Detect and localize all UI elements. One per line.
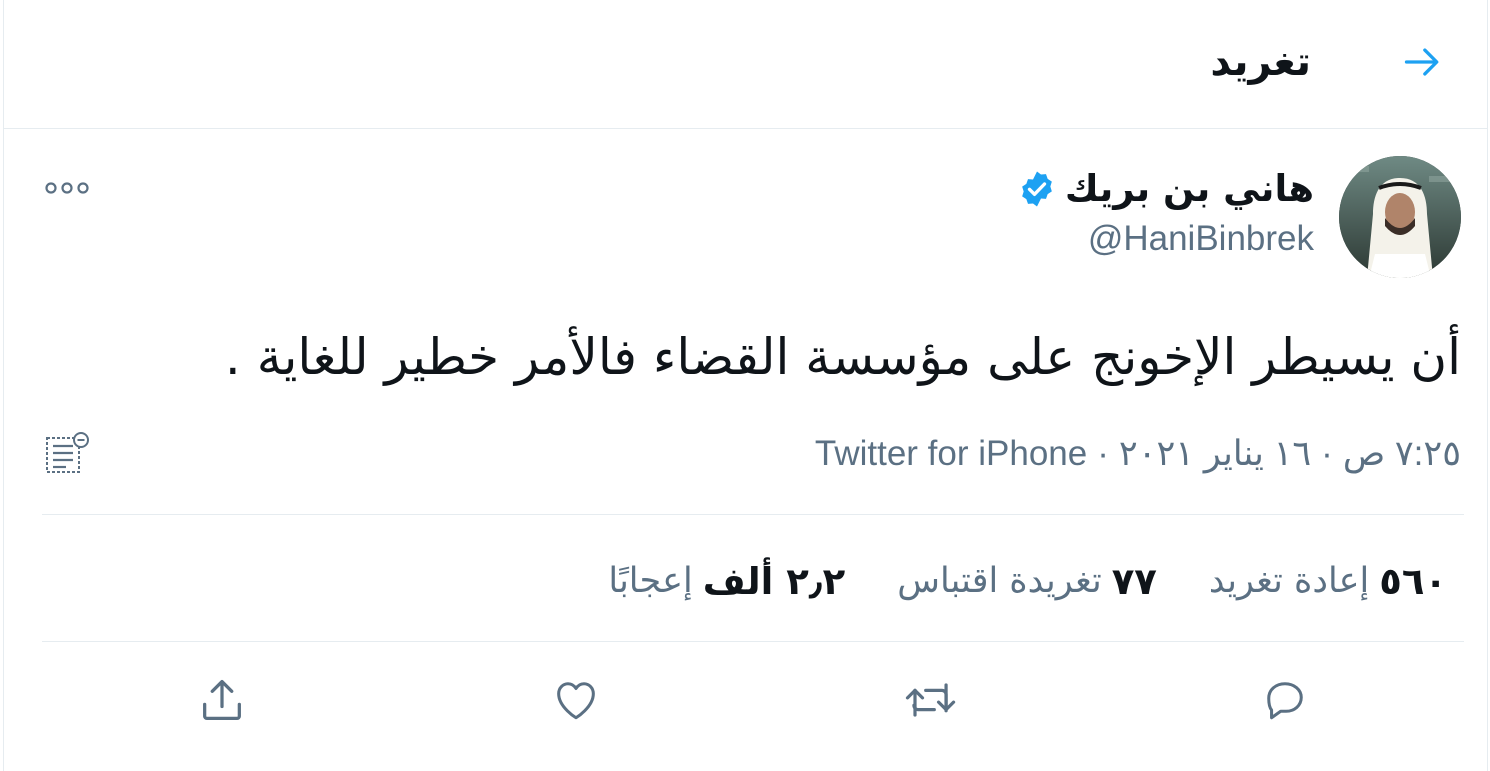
page-title: تغريد bbox=[1210, 39, 1311, 85]
arrow-right-icon bbox=[1404, 48, 1439, 76]
tweet-stats: ٥٦٠ إعادة تغريد ٧٧ تغريدة اقتباس ٢٫٢ ألف… bbox=[608, 556, 1447, 606]
quotes-count: ٧٧ bbox=[1111, 559, 1157, 603]
avatar-photo bbox=[1339, 156, 1461, 278]
share-button[interactable] bbox=[190, 668, 254, 732]
share-icon bbox=[203, 679, 241, 721]
tweet-source[interactable]: Twitter for iPhone bbox=[815, 434, 1087, 474]
author-handle[interactable]: @HaniBinbrek bbox=[1088, 216, 1314, 262]
analytics-button[interactable] bbox=[44, 430, 94, 476]
retweets-stat[interactable]: ٥٦٠ إعادة تغريد bbox=[1209, 560, 1447, 603]
quotes-stat[interactable]: ٧٧ تغريدة اقتباس bbox=[897, 560, 1157, 603]
likes-stat[interactable]: ٢٫٢ ألف إعجابًا bbox=[608, 560, 845, 603]
reply-icon bbox=[1267, 682, 1303, 720]
reply-button[interactable] bbox=[1253, 668, 1317, 732]
tweet-text: أن يسيطر الإخونج على مؤسسة القضاء فالأمر… bbox=[224, 328, 1461, 386]
heart-icon bbox=[557, 682, 595, 720]
tweet-detail-page: تغريد هاني بن بريك @HaniBinbrek أن يسيطر… bbox=[3, 0, 1488, 771]
quotes-label: تغريدة اقتباس bbox=[897, 561, 1102, 601]
verified-badge-icon bbox=[1022, 171, 1052, 207]
likes-label: إعجابًا bbox=[608, 561, 693, 601]
retweet-button[interactable] bbox=[898, 668, 962, 732]
page-header: تغريد bbox=[4, 0, 1487, 129]
author-display-name: هاني بن بريك bbox=[1064, 167, 1314, 210]
avatar[interactable] bbox=[1339, 156, 1461, 278]
tweet-date[interactable]: ١٦ يناير ٢٠٢١ bbox=[1119, 434, 1311, 474]
retweets-label: إعادة تغريد bbox=[1208, 561, 1370, 601]
likes-count: ٢٫٢ ألف bbox=[702, 559, 846, 603]
more-dots-icon bbox=[45, 182, 89, 194]
divider bbox=[42, 641, 1464, 642]
meta-separator: · bbox=[1097, 434, 1109, 473]
analytics-icon bbox=[46, 432, 89, 473]
divider bbox=[42, 514, 1464, 515]
author-name-link[interactable]: هاني بن بريك bbox=[1017, 164, 1314, 214]
tweet-meta: ٧:٢٥ ص · ١٦ يناير ٢٠٢١ · Twitter for iPh… bbox=[815, 430, 1461, 478]
retweet-icon bbox=[905, 683, 956, 717]
tweet-time[interactable]: ٧:٢٥ ص bbox=[1343, 434, 1461, 474]
meta-separator: · bbox=[1321, 434, 1333, 473]
tweet-actions bbox=[4, 668, 1487, 740]
retweets-count: ٥٦٠ bbox=[1379, 559, 1447, 603]
back-button[interactable] bbox=[1399, 38, 1447, 86]
like-button[interactable] bbox=[544, 668, 608, 732]
more-options-button[interactable] bbox=[42, 168, 92, 208]
